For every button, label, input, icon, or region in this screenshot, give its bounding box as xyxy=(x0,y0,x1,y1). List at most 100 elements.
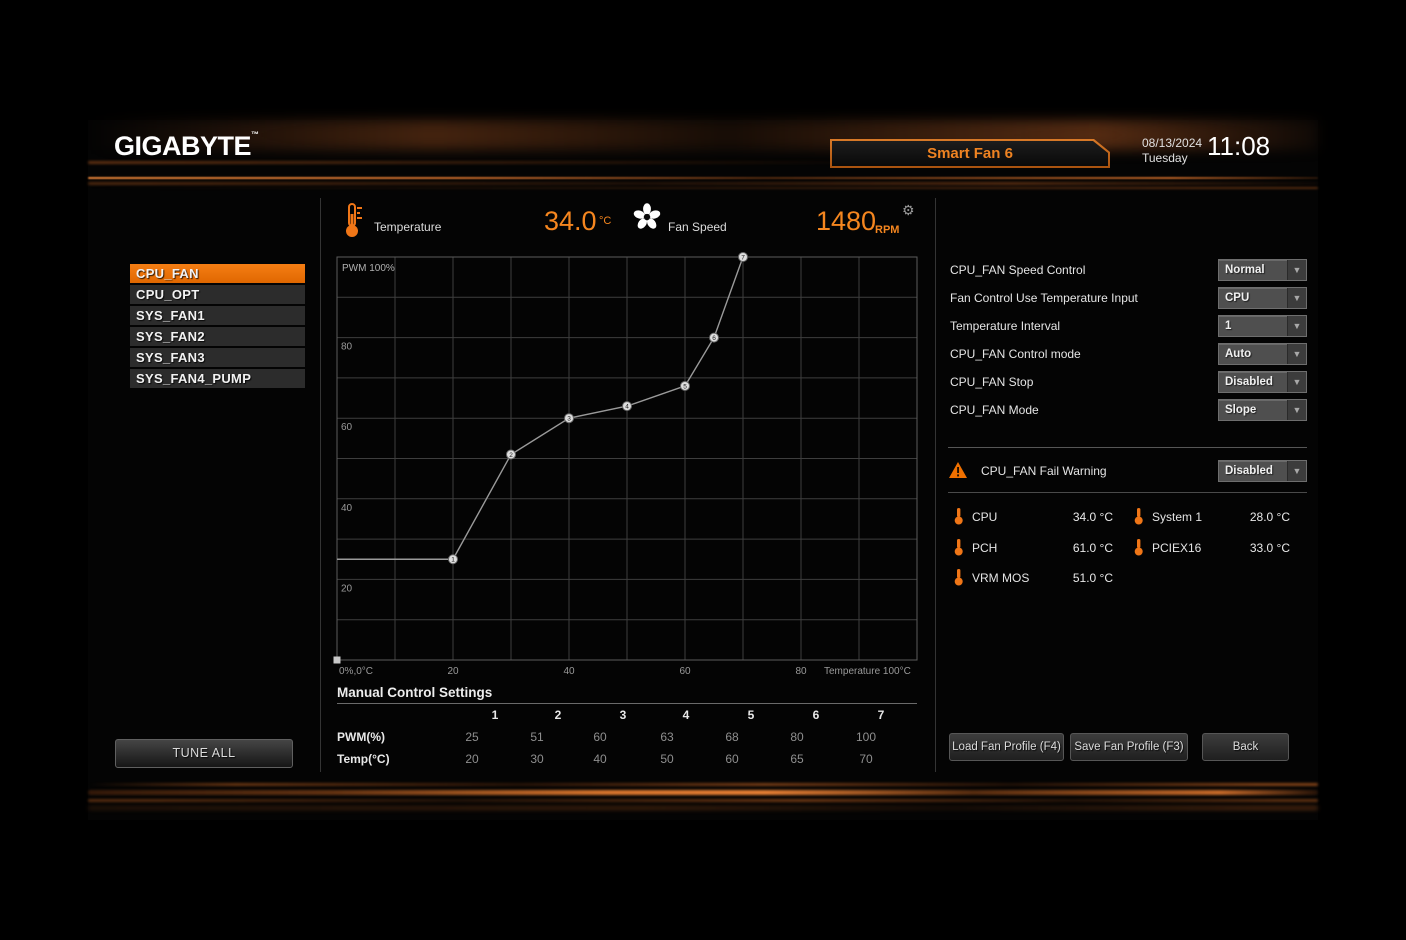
mcs-pwm-cell[interactable]: 25 xyxy=(465,730,478,744)
fan-curve-chart[interactable]: PWM 100%806040201234567 xyxy=(337,257,917,660)
setting-label-temp-interval: Temperature Interval xyxy=(950,319,1060,333)
dropdown-fail-warning[interactable]: Disabled ▼ xyxy=(1218,460,1307,482)
chevron-down-icon: ▼ xyxy=(1287,316,1306,336)
svg-text:20: 20 xyxy=(341,583,353,594)
x-axis-title: Temperature 100°C xyxy=(824,666,911,677)
svg-text:3: 3 xyxy=(567,416,571,423)
divider xyxy=(935,198,936,772)
save-fan-profile-button[interactable]: Save Fan Profile (F3) xyxy=(1070,733,1188,761)
sensor-label-vrm-mos: VRM MOS xyxy=(972,571,1029,585)
mcs-pwm-cell[interactable]: 80 xyxy=(790,730,803,744)
dropdown-value: Normal xyxy=(1219,260,1287,280)
sidebar-item-sys-fan2[interactable]: SYS_FAN2 xyxy=(130,327,305,346)
temperature-unit: °C xyxy=(599,215,611,227)
dropdown-value: Disabled xyxy=(1219,372,1287,392)
svg-text:2: 2 xyxy=(509,452,513,459)
dropdown-temp-input[interactable]: CPU ▼ xyxy=(1218,287,1307,309)
mcs-pwm-cell[interactable]: 60 xyxy=(593,730,606,744)
mcs-pwm-cell[interactable]: 100 xyxy=(856,730,876,744)
dropdown-control-mode[interactable]: Auto ▼ xyxy=(1218,343,1307,365)
mcs-temp-cell[interactable]: 60 xyxy=(725,752,738,766)
mcs-col: 6 xyxy=(813,708,820,722)
sidebar-item-sys-fan1[interactable]: SYS_FAN1 xyxy=(130,306,305,325)
manual-control-settings-title: Manual Control Settings xyxy=(337,685,492,700)
temperature-label: Temperature xyxy=(374,220,441,234)
divider xyxy=(320,198,321,772)
svg-text:5: 5 xyxy=(683,383,687,390)
sensor-value-pch: 61.0 °C xyxy=(1028,541,1113,555)
setting-label-fan-mode: CPU_FAN Mode xyxy=(950,403,1039,417)
chevron-down-icon: ▼ xyxy=(1287,344,1306,364)
decor-streak xyxy=(88,806,1318,810)
decor-streak xyxy=(88,783,1318,786)
chevron-down-icon: ▼ xyxy=(1287,461,1306,481)
sensor-value-system1: 28.0 °C xyxy=(1198,510,1290,524)
mcs-col: 7 xyxy=(878,708,885,722)
gear-icon[interactable]: ⚙ xyxy=(902,202,915,219)
divider xyxy=(948,492,1307,493)
dropdown-value: CPU xyxy=(1219,288,1287,308)
sensor-value-vrm-mos: 51.0 °C xyxy=(1028,571,1113,585)
svg-text:40: 40 xyxy=(341,503,353,514)
decor-streak xyxy=(88,182,1318,185)
mcs-temp-row: Temp(°C) 20 30 40 50 60 65 70 xyxy=(337,752,977,768)
mcs-pwm-cell[interactable]: 51 xyxy=(530,730,543,744)
mcs-temp-cell[interactable]: 50 xyxy=(660,752,673,766)
x-tick-40: 40 xyxy=(563,666,574,677)
temperature-value: 34.0 xyxy=(544,206,597,237)
dropdown-fan-stop[interactable]: Disabled ▼ xyxy=(1218,371,1307,393)
date-display: 08/13/2024 Tuesday xyxy=(1142,136,1202,166)
dropdown-fan-mode[interactable]: Slope ▼ xyxy=(1218,399,1307,421)
mcs-temp-cell[interactable]: 20 xyxy=(465,752,478,766)
dropdown-speed-control[interactable]: Normal ▼ xyxy=(1218,259,1307,281)
setting-label-fan-stop: CPU_FAN Stop xyxy=(950,375,1033,389)
thermometer-icon xyxy=(954,508,964,525)
svg-text:PWM 100%: PWM 100% xyxy=(342,263,395,274)
mcs-temp-cell[interactable]: 65 xyxy=(790,752,803,766)
setting-label-control-mode: CPU_FAN Control mode xyxy=(950,347,1081,361)
tab-smart-fan-6[interactable]: Smart Fan 6 xyxy=(830,139,1110,168)
svg-text:6: 6 xyxy=(712,335,716,342)
sensor-value-pciex16: 33.0 °C xyxy=(1198,541,1290,555)
mcs-pwm-cell[interactable]: 68 xyxy=(725,730,738,744)
dropdown-value: 1 xyxy=(1219,316,1287,336)
mcs-col: 1 xyxy=(492,708,499,722)
chevron-down-icon: ▼ xyxy=(1287,260,1306,280)
dropdown-value: Auto xyxy=(1219,344,1287,364)
sidebar-item-cpu-fan[interactable]: CPU_FAN xyxy=(130,264,305,283)
fan-speed-label: Fan Speed xyxy=(668,220,727,234)
mcs-temp-cell[interactable]: 40 xyxy=(593,752,606,766)
chevron-down-icon: ▼ xyxy=(1287,400,1306,420)
load-fan-profile-button[interactable]: Load Fan Profile (F4) xyxy=(949,733,1064,761)
fail-warning-label: CPU_FAN Fail Warning xyxy=(981,464,1107,478)
mcs-col: 2 xyxy=(555,708,562,722)
gigabyte-logo: GIGABYTE™ xyxy=(114,130,259,162)
sidebar-item-cpu-opt[interactable]: CPU_OPT xyxy=(130,285,305,304)
tune-all-button[interactable]: TUNE ALL xyxy=(115,739,293,768)
warning-icon xyxy=(949,462,967,478)
back-button[interactable]: Back xyxy=(1202,733,1289,761)
fan-speed-unit: RPM xyxy=(875,224,899,236)
svg-text:7: 7 xyxy=(741,254,745,261)
mcs-header-row: 1 2 3 4 5 6 7 xyxy=(337,708,977,724)
fan-icon xyxy=(632,202,662,232)
mcs-col: 5 xyxy=(748,708,755,722)
thermometer-icon xyxy=(954,539,964,556)
decor-streak xyxy=(88,120,1318,150)
mcs-pwm-cell[interactable]: 63 xyxy=(660,730,673,744)
clock-display: 11:08 xyxy=(1207,131,1270,162)
dropdown-temp-interval[interactable]: 1 ▼ xyxy=(1218,315,1307,337)
sidebar-item-sys-fan4-pump[interactable]: SYS_FAN4_PUMP xyxy=(130,369,305,388)
sensor-label-system1: System 1 xyxy=(1152,510,1202,524)
x-tick-20: 20 xyxy=(447,666,458,677)
svg-text:80: 80 xyxy=(341,342,353,353)
chevron-down-icon: ▼ xyxy=(1287,288,1306,308)
mcs-temp-cell[interactable]: 70 xyxy=(859,752,872,766)
sensor-label-pciex16: PCIEX16 xyxy=(1152,541,1201,555)
mcs-pwm-label: PWM(%) xyxy=(337,730,385,744)
sensor-value-cpu: 34.0 °C xyxy=(1028,510,1113,524)
sidebar-item-sys-fan3[interactable]: SYS_FAN3 xyxy=(130,348,305,367)
decor-streak xyxy=(88,790,1318,795)
mcs-temp-cell[interactable]: 30 xyxy=(530,752,543,766)
divider xyxy=(337,703,917,704)
